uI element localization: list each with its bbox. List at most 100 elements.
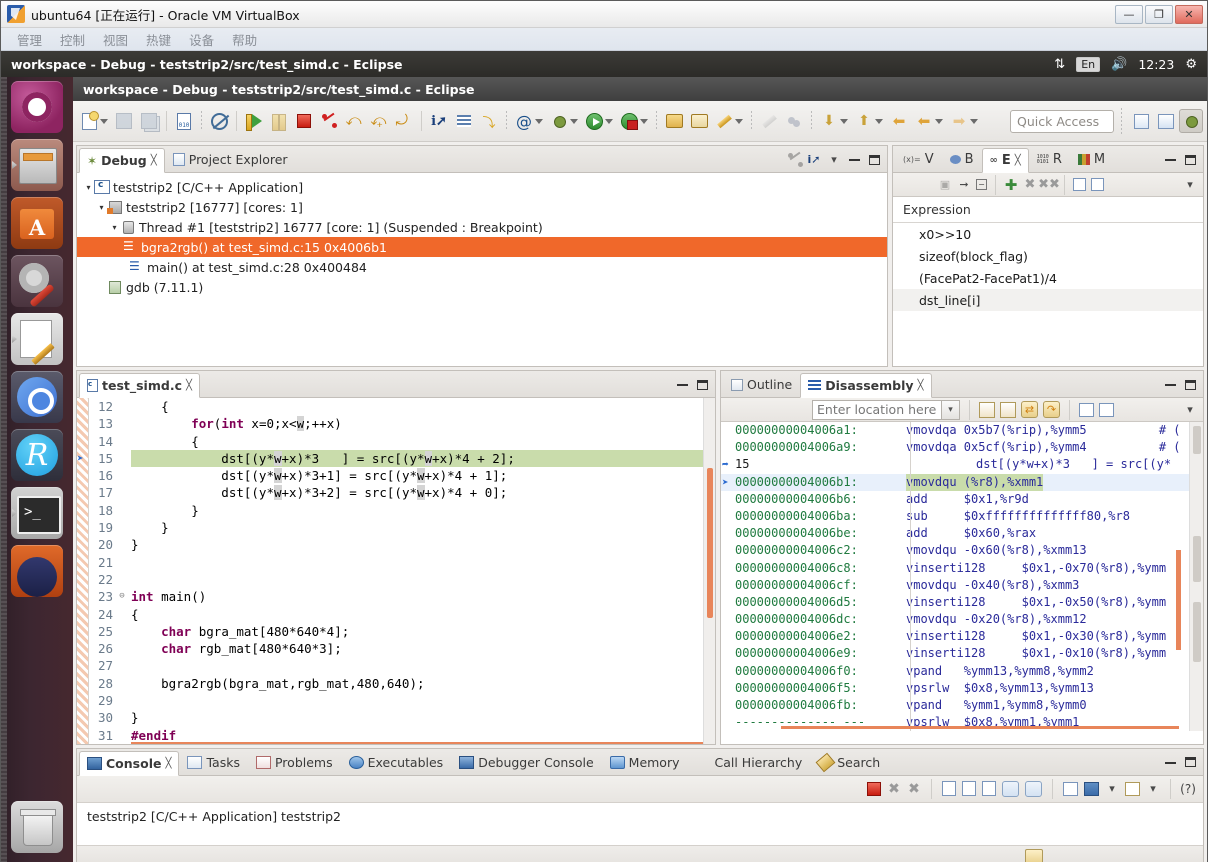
fold-marker[interactable] [117, 623, 127, 640]
close-icon[interactable]: ╳ [918, 380, 924, 391]
close-icon[interactable]: ╳ [1015, 155, 1021, 166]
maximize-icon[interactable] [695, 378, 709, 392]
twisty-icon[interactable]: ▾ [83, 183, 94, 192]
code-line[interactable] [131, 571, 715, 588]
fold-marker[interactable] [117, 727, 127, 744]
arrow-down-icon[interactable]: ⬇ [817, 109, 841, 133]
code-line[interactable]: { [131, 398, 715, 415]
disassembly-instruction-row[interactable]: 00000000004006a1: vmovdqa 0x5b7(%rip),%ym… [721, 422, 1203, 439]
disassembly-source-line[interactable]: 15 dst[(y*w+x)*3 ] = src[(y* [721, 456, 1203, 473]
maximize-icon[interactable] [1183, 378, 1197, 392]
chevron-down-icon[interactable] [640, 118, 648, 124]
minimize-icon[interactable] [847, 153, 861, 167]
disassembly-instruction-row[interactable]: 00000000004006e9: vinserti128 $0x1,-0x10(… [721, 645, 1203, 662]
perspective-cpp-button[interactable] [1154, 109, 1178, 133]
collapse-all-icon[interactable]: − [976, 179, 987, 190]
fold-marker[interactable]: ⊖ [117, 588, 127, 605]
clear-console-icon[interactable] [942, 781, 956, 797]
expression-row[interactable]: sizeof(block_flag) [893, 245, 1203, 267]
breakpoint-gutter[interactable]: ➤ [77, 398, 89, 744]
minimize-icon[interactable] [1163, 755, 1177, 769]
new-console-icon[interactable] [1125, 781, 1140, 796]
menu-hotkeys[interactable]: 热键 [146, 30, 171, 49]
code-line[interactable]: bgra2rgb(bgra_mat,rgb_mat,480,640); [131, 675, 715, 692]
minimize-icon[interactable] [1163, 153, 1177, 167]
chevron-down-icon[interactable] [935, 118, 943, 124]
disassembly-instruction-row[interactable]: 00000000004006ba: sub $0xffffffffffffff80… [721, 508, 1203, 525]
last-edit-icon[interactable]: ⬅ [887, 109, 911, 133]
tab-debug[interactable]: ✶ Debug ╳ [79, 148, 165, 173]
display-selected-console-icon[interactable] [1063, 781, 1078, 796]
launcher-item-trash[interactable] [11, 800, 63, 853]
new-file-icon[interactable] [77, 109, 101, 133]
disassembly-instruction-row[interactable]: 00000000004006e2: vinserti128 $0x1,-0x30(… [721, 628, 1203, 645]
build-hammer-icon[interactable] [712, 109, 736, 133]
expand-icon[interactable]: ➞ [957, 178, 971, 192]
help-icon[interactable]: (?) [1180, 782, 1196, 796]
minimize-icon[interactable] [675, 378, 689, 392]
code-line[interactable]: dst[(y*w+x)*3 ] = src[(y*w+x)*4 + 2]; [131, 449, 715, 468]
add-expression-icon[interactable]: ✚ [1004, 176, 1018, 194]
home-icon[interactable] [1000, 401, 1016, 418]
tab-modules[interactable]: M [1070, 147, 1113, 172]
keyboard-layout-indicator[interactable]: En [1076, 56, 1101, 72]
view-menu-icon[interactable]: ▾ [827, 153, 841, 167]
tab-console[interactable]: Console ╳ [79, 750, 180, 776]
tab-registers[interactable]: 1010 0101 R [1029, 147, 1070, 172]
terminate-icon[interactable] [292, 109, 316, 133]
fold-marker[interactable] [117, 484, 127, 501]
menu-help[interactable]: 帮助 [232, 30, 257, 49]
code-line[interactable] [131, 692, 715, 709]
chevron-down-icon[interactable]: ▾ [942, 399, 960, 420]
tab-problems[interactable]: Problems [248, 750, 341, 775]
fold-marker[interactable] [117, 709, 127, 726]
tab-outline[interactable]: Outline [723, 372, 800, 397]
instruction-step-icon[interactable]: i➚ [427, 109, 451, 133]
pin-icon[interactable] [1099, 402, 1114, 417]
fold-marker[interactable] [117, 467, 127, 484]
remove-icon[interactable]: ✖ [1023, 177, 1037, 192]
expression-row[interactable]: x0>>10 [893, 223, 1203, 245]
chevron-down-icon[interactable] [970, 118, 978, 124]
gear-icon[interactable]: ⚙ [1185, 57, 1197, 72]
quick-access-input[interactable]: Quick Access [1010, 109, 1114, 133]
disassembly-instruction-row[interactable]: 00000000004006f0: vpand %ymm13,%ymm8,%ymm… [721, 663, 1203, 680]
maximize-icon[interactable] [1183, 153, 1197, 167]
fold-marker[interactable] [117, 415, 127, 432]
chevron-down-icon[interactable]: ▾ [1105, 782, 1119, 796]
hex-file-icon[interactable]: 010 [172, 109, 196, 133]
menu-control[interactable]: 控制 [60, 30, 85, 49]
fold-marker[interactable] [117, 571, 127, 588]
code-line[interactable]: #endif [131, 727, 715, 744]
launcher-item-r-studio[interactable] [11, 429, 63, 481]
launcher-item-terminal[interactable] [11, 487, 63, 539]
code-line[interactable]: for(int x=0;x<w;++x) [131, 415, 715, 432]
console-output[interactable]: teststrip2 [C/C++ Application] teststrip… [77, 802, 1203, 845]
code-line[interactable]: char rgb_mat[480*640*3]; [131, 640, 715, 657]
tab-call-hierarchy[interactable]: Call Hierarchy [688, 750, 811, 775]
search-balls-icon[interactable] [782, 109, 806, 133]
new-view-icon[interactable] [1079, 402, 1094, 417]
chevron-down-icon[interactable] [875, 118, 883, 124]
launcher-item-chromium[interactable] [11, 371, 63, 423]
volume-icon[interactable]: 🔊 [1111, 57, 1127, 72]
step-over-icon[interactable]: ⤽ [367, 109, 391, 133]
expression-row[interactable]: (FacePat2-FacePat1)/4 [893, 267, 1203, 289]
code-line[interactable]: char bgra_mat[480*640*4]; [131, 623, 715, 640]
fold-marker[interactable] [117, 554, 127, 571]
fold-marker[interactable] [117, 450, 127, 467]
close-window-button[interactable]: ✕ [1175, 4, 1203, 24]
expression-row[interactable]: dst_line[i] [893, 289, 1203, 311]
open-folder-icon[interactable] [662, 109, 686, 133]
tree-node-gdb[interactable]: gdb (7.11.1) [83, 277, 887, 297]
fold-marker[interactable] [117, 675, 127, 692]
code-line[interactable]: } [131, 536, 715, 553]
disconnect-all-icon[interactable] [787, 152, 801, 167]
fold-marker[interactable] [117, 519, 127, 536]
launcher-item-system-settings[interactable] [11, 255, 63, 307]
tab-tasks[interactable]: Tasks [179, 750, 248, 775]
disassembly-instruction-row[interactable]: 00000000004006be: add $0x60,%rax [721, 525, 1203, 542]
fold-marker[interactable] [117, 398, 127, 415]
code-line[interactable]: { [131, 433, 715, 450]
suspend-icon[interactable] [267, 109, 291, 133]
